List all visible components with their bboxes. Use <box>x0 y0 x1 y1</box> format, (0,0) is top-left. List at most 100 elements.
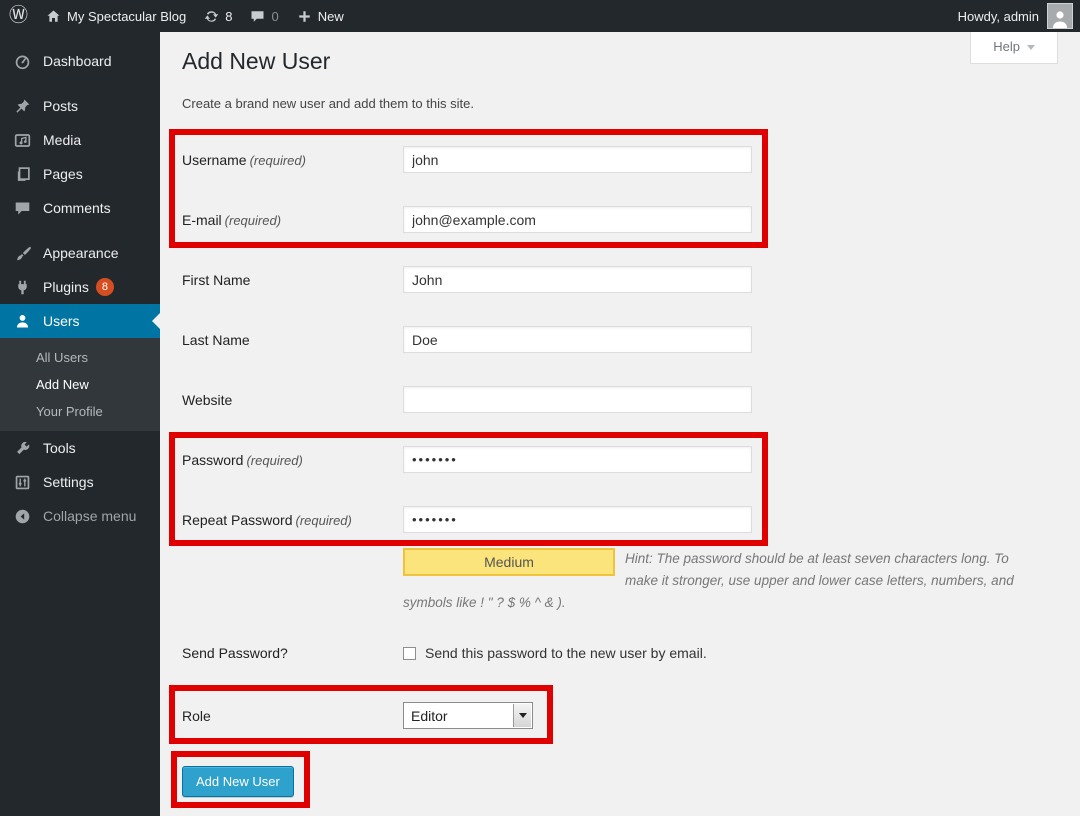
required-note: (required) <box>296 513 352 528</box>
required-note: (required) <box>246 453 302 468</box>
send-password-checkbox[interactable] <box>403 647 416 660</box>
sidebar-item-appearance[interactable]: Appearance <box>0 236 160 270</box>
user-icon <box>14 313 34 330</box>
help-button[interactable]: Help <box>970 32 1058 64</box>
sidebar-item-label: Posts <box>43 98 78 114</box>
comments-menu[interactable]: 0 <box>241 0 287 32</box>
repeat-password-row: Repeat Password(required) <box>182 506 1058 533</box>
avatar <box>1047 3 1073 29</box>
wrench-icon <box>14 440 34 457</box>
menu-separator <box>0 78 160 89</box>
sidebar-item-label: Appearance <box>43 245 119 261</box>
repeat-password-input[interactable] <box>403 506 752 533</box>
plugin-icon <box>14 279 34 296</box>
dashboard-icon <box>14 53 34 70</box>
sidebar-item-label: Plugins <box>43 279 89 295</box>
sidebar-item-label: Pages <box>43 166 83 182</box>
admin-bar-right: Howdy, admin <box>958 3 1080 29</box>
sidebar-item-media[interactable]: Media <box>0 123 160 157</box>
role-label: Role <box>182 708 403 724</box>
sidebar-item-dashboard[interactable]: Dashboard <box>0 44 160 78</box>
howdy-text: Howdy, admin <box>958 9 1039 24</box>
comments-icon <box>14 200 34 217</box>
updates-menu[interactable]: 8 <box>195 0 241 32</box>
sidebar-subitem-add-new[interactable]: Add New <box>0 371 160 398</box>
settings-sliders-icon <box>14 474 34 491</box>
sidebar-item-label: Collapse menu <box>43 508 136 524</box>
password-strength-meter: Medium <box>403 548 615 576</box>
sidebar-item-label: Media <box>43 132 81 148</box>
role-selected-value: Editor <box>411 708 448 724</box>
send-password-checkbox-label: Send this password to the new user by em… <box>425 645 707 661</box>
chevron-down-icon <box>1027 45 1035 50</box>
website-input[interactable] <box>403 386 752 413</box>
media-icon <box>14 132 34 149</box>
pushpin-icon <box>14 98 34 115</box>
password-input[interactable] <box>403 446 752 473</box>
comment-bubble-icon <box>250 9 265 24</box>
site-menu[interactable]: My Spectacular Blog <box>37 0 195 32</box>
email-input[interactable] <box>403 206 752 233</box>
sidebar-item-label: Comments <box>43 200 111 216</box>
select-dropdown-button[interactable] <box>513 704 531 727</box>
main-content: Help Add New User Create a brand new use… <box>160 32 1080 816</box>
admin-sidebar: Dashboard Posts Media Pages Comments App… <box>0 32 160 816</box>
collapse-arrow-icon <box>14 508 34 525</box>
comment-count: 0 <box>271 9 278 24</box>
sidebar-subitem-all-users[interactable]: All Users <box>0 344 160 371</box>
site-name: My Spectacular Blog <box>67 9 186 24</box>
email-row: E-mail(required) <box>182 206 1058 233</box>
add-new-user-button[interactable]: Add New User <box>182 766 294 797</box>
first-name-input[interactable] <box>403 266 752 293</box>
password-label: Password(required) <box>182 452 403 468</box>
sidebar-item-pages[interactable]: Pages <box>0 157 160 191</box>
password-row: Password(required) <box>182 446 1058 473</box>
sidebar-item-label: Tools <box>43 440 76 456</box>
page-description: Create a brand new user and add them to … <box>182 96 474 111</box>
username-input[interactable] <box>403 146 752 173</box>
role-select[interactable]: Editor <box>403 702 533 729</box>
page-title: Add New User <box>182 48 330 75</box>
sidebar-item-label: Settings <box>43 474 94 490</box>
sidebar-item-comments[interactable]: Comments <box>0 191 160 225</box>
sidebar-subitem-your-profile[interactable]: Your Profile <box>0 398 160 425</box>
email-label: E-mail(required) <box>182 212 403 228</box>
paintbrush-icon <box>14 245 34 262</box>
repeat-password-label: Repeat Password(required) <box>182 512 403 528</box>
first-name-label: First Name <box>182 272 403 288</box>
send-password-row: Send Password? Send this password to the… <box>182 645 1058 661</box>
password-strength-area: Medium Hint: The password should be at l… <box>403 548 1040 614</box>
admin-bar: Ⓦ My Spectacular Blog 8 0 New <box>0 0 1080 32</box>
role-row: Role Editor <box>182 702 1058 729</box>
last-name-label: Last Name <box>182 332 403 348</box>
wp-logo-menu[interactable]: Ⓦ <box>0 0 37 32</box>
send-password-label: Send Password? <box>182 645 403 661</box>
last-name-input[interactable] <box>403 326 752 353</box>
username-row: Username(required) <box>182 146 1058 173</box>
website-label: Website <box>182 392 403 408</box>
chevron-down-icon <box>519 713 527 718</box>
sidebar-item-users[interactable]: Users <box>0 304 160 338</box>
first-name-row: First Name <box>182 266 1058 293</box>
admin-bar-left: Ⓦ My Spectacular Blog 8 0 New <box>0 0 353 32</box>
plus-icon <box>297 9 312 24</box>
last-name-row: Last Name <box>182 326 1058 353</box>
new-content-menu[interactable]: New <box>288 0 353 32</box>
required-note: (required) <box>225 213 281 228</box>
sidebar-item-posts[interactable]: Posts <box>0 89 160 123</box>
new-label: New <box>318 9 344 24</box>
pages-icon <box>14 166 34 183</box>
menu-separator <box>0 225 160 236</box>
update-icon <box>204 9 219 24</box>
my-account-menu[interactable]: Howdy, admin <box>958 3 1073 29</box>
wordpress-logo-icon: Ⓦ <box>9 0 28 32</box>
sidebar-item-label: Users <box>43 313 80 329</box>
website-row: Website <box>182 386 1058 413</box>
plugins-update-badge: 8 <box>96 278 114 296</box>
sidebar-item-plugins[interactable]: Plugins 8 <box>0 270 160 304</box>
sidebar-item-tools[interactable]: Tools <box>0 431 160 465</box>
users-submenu: All Users Add New Your Profile <box>0 338 160 431</box>
collapse-menu-button[interactable]: Collapse menu <box>0 499 160 533</box>
sidebar-item-settings[interactable]: Settings <box>0 465 160 499</box>
sidebar-item-label: Dashboard <box>43 53 112 69</box>
